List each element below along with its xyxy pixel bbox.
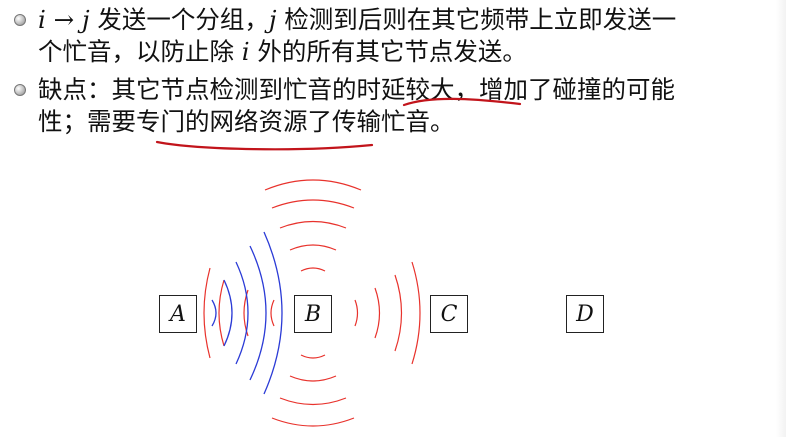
red-wave-arc [394, 274, 403, 352]
blue-wave-arc [211, 299, 217, 327]
node-b: B [294, 295, 332, 333]
blue-wave-arc [263, 231, 283, 395]
red-wave-arc [279, 397, 347, 406]
red-wave-arc [271, 417, 355, 427]
red-wave-arc [270, 299, 275, 327]
page-edge [776, 0, 786, 437]
red-wave-arc [271, 199, 355, 209]
wave-diagram [203, 179, 421, 427]
red-wave-arc [300, 267, 326, 272]
red-wave-arc [218, 279, 225, 347]
red-wave-arc [411, 261, 421, 365]
red-wave-arc [203, 267, 211, 359]
red-wave-arc [289, 375, 337, 382]
red-wave-arc [279, 220, 347, 229]
red-wave-group-left [203, 267, 275, 359]
red-wave-arc [354, 299, 359, 327]
red-wave-arc [374, 287, 381, 339]
red-wave-arc [264, 179, 362, 191]
red-wave-arc [300, 354, 326, 359]
node-d: D [566, 295, 604, 333]
red-wave-group-right [354, 261, 421, 365]
slide: i → j 发送一个分组，j 检测到后则在其它频带上立即发送一 个忙音，以防止除… [0, 0, 786, 437]
node-a: A [159, 295, 197, 333]
red-wave-arc [289, 244, 337, 251]
blue-wave-arc [235, 261, 249, 365]
blue-wave-arc [249, 245, 267, 381]
node-c: C [430, 295, 468, 333]
red-wave-group-up [264, 179, 362, 272]
blue-wave-arc [223, 279, 233, 347]
red-wave-group-down [271, 354, 355, 427]
